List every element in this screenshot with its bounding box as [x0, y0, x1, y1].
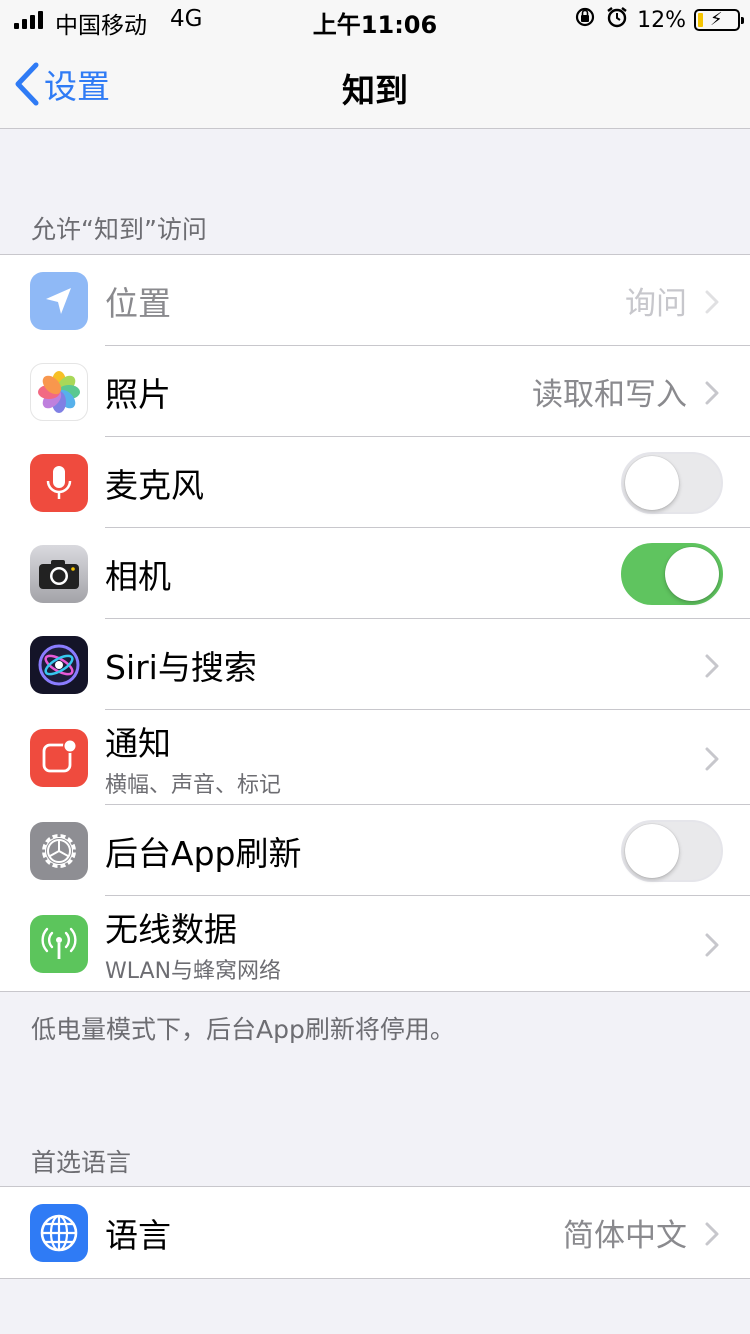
- battery-percent: 12%: [637, 7, 686, 33]
- gear-icon: [30, 821, 88, 880]
- alarm-icon: [605, 5, 629, 35]
- microphone-toggle[interactable]: [621, 451, 723, 514]
- photos-row[interactable]: 照片 读取和写入: [0, 346, 750, 437]
- chevron-right-icon: [705, 381, 719, 404]
- camera-toggle[interactable]: [621, 542, 723, 605]
- access-settings-group: 位置 询问 照片 读取和写入 麦克风 相机 Siri与搜索 通知 横幅、声音、标…: [0, 254, 750, 992]
- location-row[interactable]: 位置 询问: [0, 255, 750, 346]
- wireless-data-label: 无线数据: [105, 909, 237, 949]
- chevron-right-icon: [705, 747, 719, 770]
- camera-label: 相机: [105, 556, 171, 596]
- language-row[interactable]: 语言 简体中文: [0, 1187, 750, 1278]
- microphone-icon: [30, 453, 88, 512]
- low-power-footer-note: 低电量模式下，后台App刷新将停用。: [31, 1015, 455, 1044]
- microphone-row: 麦克风: [0, 437, 750, 528]
- wireless-data-sublabel: WLAN与蜂窝网络: [105, 958, 282, 984]
- camera-icon: [30, 544, 88, 603]
- microphone-label: 麦克风: [105, 465, 204, 505]
- background-refresh-toggle[interactable]: [621, 819, 723, 882]
- language-section-header: 首选语言: [31, 1148, 132, 1177]
- notifications-label: 通知: [105, 723, 171, 763]
- photos-label: 照片: [105, 374, 171, 414]
- chevron-right-icon: [705, 290, 719, 313]
- globe-icon: [30, 1203, 88, 1262]
- access-section-header: 允许“知到”访问: [31, 215, 207, 244]
- notifications-icon: [30, 728, 88, 787]
- language-value: 简体中文: [563, 1218, 687, 1254]
- location-value: 询问: [625, 286, 687, 322]
- page-title: 知到: [342, 71, 408, 110]
- location-icon: [30, 271, 88, 330]
- photos-value: 读取和写入: [532, 377, 687, 413]
- background-refresh-row: 后台App刷新: [0, 805, 750, 896]
- chevron-right-icon: [705, 654, 719, 677]
- navigation-bar: 设置 知到: [0, 40, 750, 129]
- wireless-data-row[interactable]: 无线数据 WLAN与蜂窝网络: [0, 896, 750, 991]
- background-refresh-label: 后台App刷新: [105, 833, 302, 873]
- siri-search-row[interactable]: Siri与搜索: [0, 619, 750, 710]
- notifications-sublabel: 横幅、声音、标记: [105, 772, 282, 798]
- photos-icon: [30, 362, 88, 421]
- chevron-right-icon: [705, 1222, 719, 1245]
- camera-row: 相机: [0, 528, 750, 619]
- antenna-icon: [30, 914, 88, 973]
- language-settings-group: 语言 简体中文: [0, 1186, 750, 1279]
- language-label: 语言: [105, 1215, 171, 1255]
- notifications-row[interactable]: 通知 横幅、声音、标记: [0, 710, 750, 805]
- siri-icon: [30, 635, 88, 694]
- siri-search-label: Siri与搜索: [105, 647, 257, 687]
- status-bar: 中国移动 4G 上午11:06 12% ⚡: [0, 0, 750, 40]
- chevron-right-icon: [705, 933, 719, 956]
- battery-icon: ⚡: [694, 9, 744, 31]
- location-label: 位置: [105, 283, 171, 323]
- orientation-lock-icon: [573, 5, 597, 35]
- battery-level-fill: [698, 13, 703, 27]
